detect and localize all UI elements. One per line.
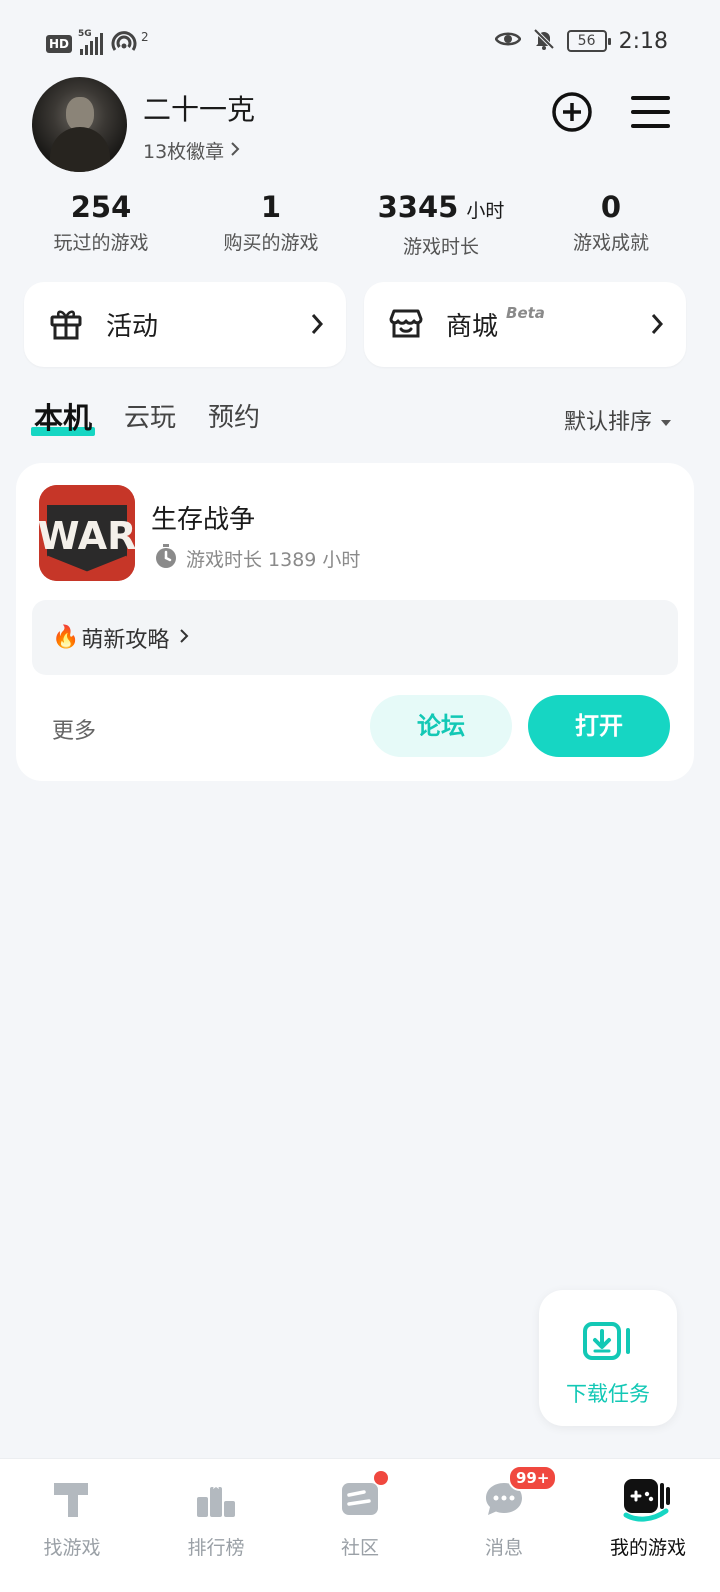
nav-community[interactable]: 社区 — [288, 1459, 432, 1592]
store-icon — [388, 305, 424, 345]
stat-number: 3345 — [377, 190, 459, 224]
nav-find-games[interactable]: 找游戏 — [0, 1459, 144, 1592]
bell-off-icon — [533, 28, 555, 54]
stat-play-time[interactable]: 3345 小时 游戏时长 — [356, 188, 526, 259]
tab-label: 云玩 — [124, 403, 177, 433]
activity-label: 活动 — [106, 312, 159, 342]
nav-my-games[interactable]: 我的游戏 — [576, 1459, 720, 1592]
stat-games-bought[interactable]: 1 购买的游戏 — [186, 188, 356, 259]
sort-dropdown[interactable]: 默认排序 — [564, 404, 672, 436]
clock: 2:18 — [618, 28, 668, 54]
forum-button[interactable]: 论坛 — [370, 695, 512, 757]
eye-icon — [494, 30, 522, 52]
download-tasks-label: 下载任务 — [566, 1382, 650, 1406]
stat-label: 游戏时长 — [402, 236, 479, 258]
game-icon-text: WAR — [39, 514, 135, 558]
hd-icon: HD — [46, 35, 73, 53]
notification-dot — [374, 1471, 388, 1485]
status-left: HD 5G 2 — [46, 29, 149, 58]
stat-number: 254 — [70, 190, 132, 224]
avatar-face — [66, 97, 94, 131]
beta-tag: Beta — [506, 303, 545, 322]
sort-label: 默认排序 — [563, 410, 652, 435]
stat-value: 254 — [16, 188, 186, 226]
stat-number: 0 — [600, 190, 622, 224]
hotspot-icon — [111, 30, 141, 58]
stat-label: 购买的游戏 — [223, 232, 319, 254]
status-right: 56 2:18 — [494, 28, 668, 54]
stat-games-played[interactable]: 254 玩过的游戏 — [16, 188, 186, 259]
game-title: 生存战争 — [151, 505, 256, 535]
beginner-guide-link[interactable]: 🔥 萌新攻略 — [32, 600, 678, 675]
stat-value: 3345 小时 — [356, 188, 526, 230]
message-badge: 99+ — [508, 1465, 558, 1491]
stat-achievements[interactable]: 0 游戏成就 — [526, 188, 696, 259]
add-button[interactable] — [549, 89, 595, 135]
stat-unit: 小时 — [466, 200, 505, 222]
game-tabs: 本机 云玩 预约 — [31, 398, 260, 438]
download-icon — [583, 1320, 633, 1366]
stat-number: 1 — [260, 190, 282, 224]
hammer-icon — [50, 1477, 94, 1521]
guide-label: 萌新攻略 — [81, 627, 170, 653]
tab-label: 本机 — [34, 401, 93, 435]
tab-cloud[interactable]: 云玩 — [124, 398, 176, 438]
hamburger-menu-icon — [628, 96, 674, 139]
stat-label: 游戏成就 — [572, 232, 649, 254]
chevron-right-icon — [310, 312, 324, 340]
gift-icon — [48, 305, 84, 345]
menu-button[interactable] — [628, 89, 674, 135]
stopwatch-icon — [154, 543, 178, 574]
activity-card[interactable]: 活动 — [24, 282, 346, 367]
nav-label: 找游戏 — [43, 1537, 101, 1559]
plus-circle-icon — [549, 92, 595, 139]
chevron-right-icon — [230, 140, 240, 162]
battery-icon: 56 — [566, 30, 611, 52]
caret-down-icon — [660, 408, 672, 433]
fire-icon: 🔥 — [52, 625, 80, 650]
nav-label: 消息 — [484, 1537, 523, 1559]
community-icon — [338, 1477, 382, 1521]
badges-link[interactable]: 13枚徽章 — [143, 137, 240, 164]
status-bar: HD 5G 2 56 2:18 — [0, 0, 720, 86]
hotspot-count: 2 — [141, 30, 149, 44]
username[interactable]: 二十一克 — [143, 88, 255, 128]
avatar-body — [50, 127, 110, 172]
badges-label: 13枚徽章 — [143, 141, 225, 163]
network-type-label: 5G — [78, 29, 92, 39]
mall-card[interactable]: 商城 Beta — [364, 282, 686, 367]
nav-ranking[interactable]: 排行榜 — [144, 1459, 288, 1592]
game-icon[interactable]: WAR — [39, 485, 135, 581]
stats-row: 254 玩过的游戏 1 购买的游戏 3345 小时 游戏时长 0 游戏成就 — [0, 188, 720, 259]
game-playtime: 游戏时长 1389 小时 — [154, 543, 360, 574]
nav-label: 排行榜 — [187, 1537, 245, 1559]
nav-messages[interactable]: 99+ 消息 — [432, 1459, 576, 1592]
open-button[interactable]: 打开 — [528, 695, 670, 757]
chevron-right-icon — [650, 312, 664, 340]
podium-icon — [194, 1477, 238, 1521]
nav-label: 社区 — [340, 1537, 379, 1559]
chevron-right-icon — [179, 625, 189, 650]
game-card[interactable]: WAR 生存战争 游戏时长 1389 小时 🔥 萌新攻略 更多 论坛 打开 — [16, 463, 694, 781]
download-tasks-button[interactable]: 下载任务 — [539, 1290, 677, 1426]
avatar[interactable] — [32, 77, 127, 172]
stat-value: 0 — [526, 188, 696, 226]
signal-icon: 5G — [78, 29, 104, 55]
nav-label: 我的游戏 — [609, 1537, 686, 1559]
tab-local[interactable]: 本机 — [31, 398, 96, 438]
tab-label: 预约 — [208, 403, 261, 433]
stat-label: 玩过的游戏 — [53, 232, 149, 254]
gamepad-icon — [622, 1475, 674, 1523]
more-button[interactable]: 更多 — [52, 713, 96, 745]
tab-reserve[interactable]: 预约 — [208, 398, 260, 438]
stat-value: 1 — [186, 188, 356, 226]
mall-label: 商城 — [446, 312, 499, 342]
bottom-nav: 找游戏 排行榜 社区 99+ 消息 我的游戏 — [0, 1458, 720, 1592]
game-playtime-text: 游戏时长 1389 小时 — [186, 549, 361, 571]
